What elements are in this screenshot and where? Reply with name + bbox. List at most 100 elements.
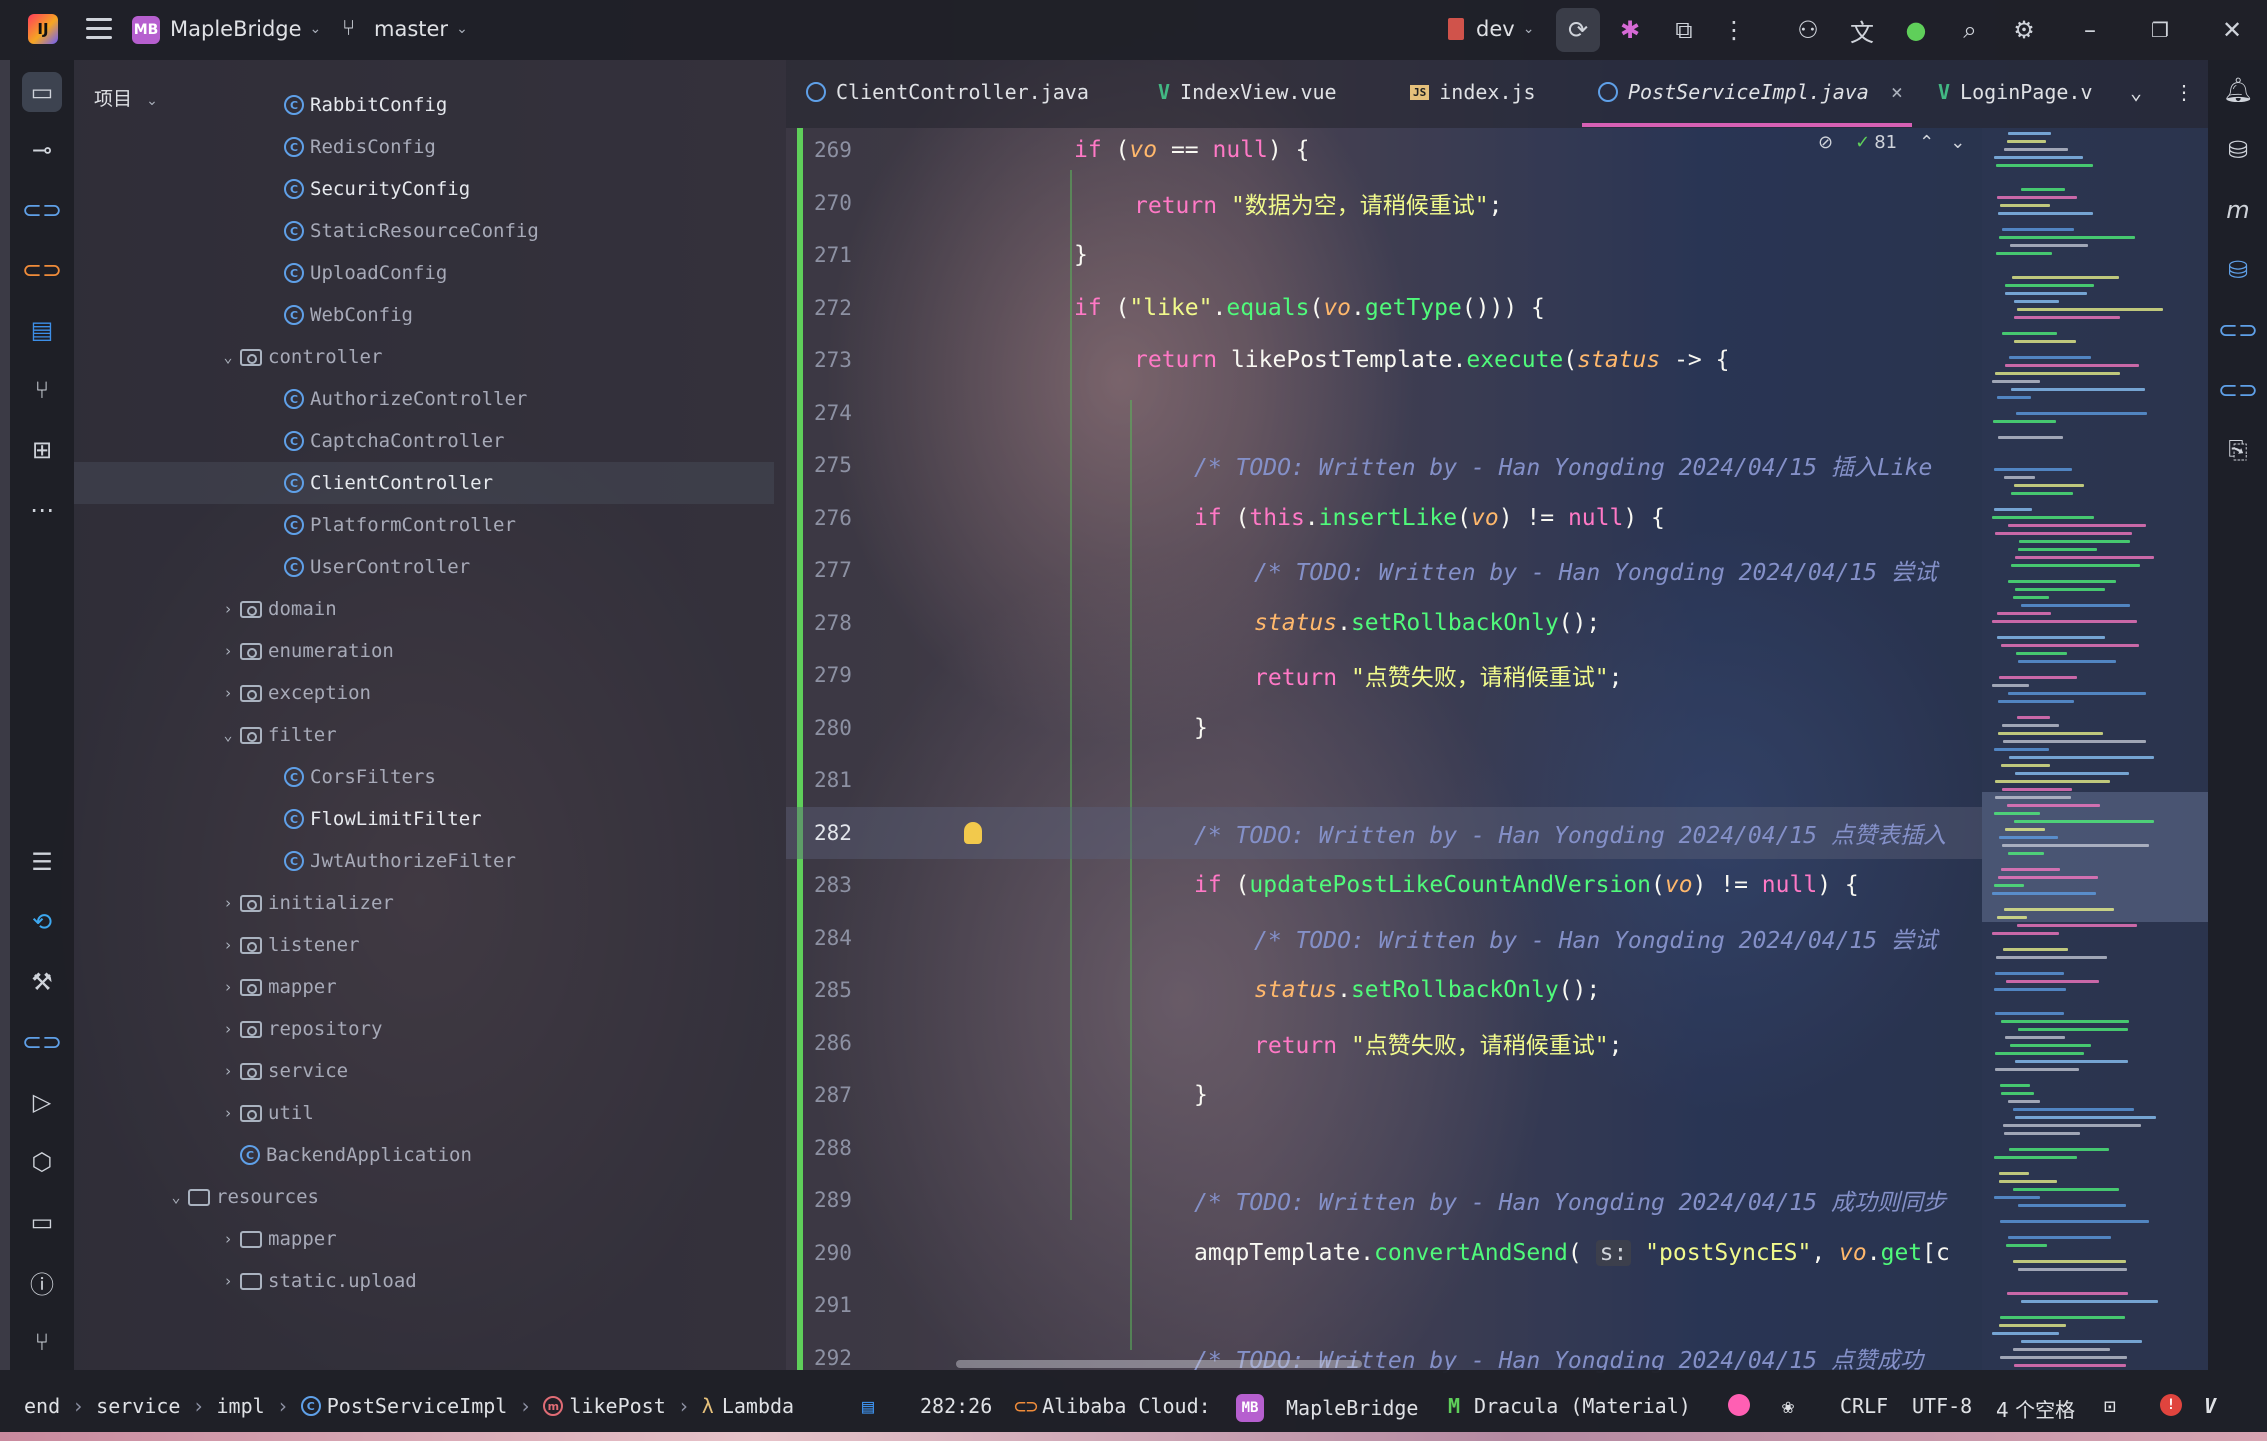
chevron-right-icon[interactable]: › (216, 1104, 240, 1122)
run-config-selector[interactable]: dev ⌄ (1476, 17, 1534, 41)
chevron-right-icon[interactable]: › (216, 1020, 240, 1038)
status-dot-icon[interactable]: ● (1894, 0, 1938, 60)
tree-folder-item[interactable]: › domain (74, 588, 774, 630)
vim-icon[interactable]: V (2204, 1394, 2216, 1418)
lock-icon[interactable]: ⊡ (2104, 1394, 2116, 1418)
line-number[interactable]: 278 (814, 611, 884, 635)
line-number[interactable]: 271 (814, 243, 884, 267)
code-line[interactable]: 269 if (vo == null) { (786, 124, 1982, 176)
tab-more-icon[interactable]: ⋮ (2174, 80, 2194, 104)
code-line[interactable]: 281 (786, 754, 1982, 806)
line-number[interactable]: 270 (814, 191, 884, 215)
todo-list-icon[interactable]: ☰ (22, 842, 62, 882)
tab-indexview-vue[interactable]: V IndexView.vue (1158, 80, 1337, 104)
chevron-right-icon[interactable]: › (216, 936, 240, 954)
code-line[interactable]: 291 (786, 1279, 1982, 1331)
line-number[interactable]: 282 (814, 821, 884, 845)
breadcrumb-item[interactable]: service (96, 1394, 180, 1418)
tree-class-item[interactable]: C FlowLimitFilter (74, 798, 774, 840)
code-line[interactable]: 279 return "点赞失败，请稍候重试"; (786, 649, 1982, 701)
translation-panel-icon[interactable]: ⎘ (2218, 430, 2258, 470)
tree-class-item[interactable]: C ClientController (74, 462, 774, 504)
line-number[interactable]: 275 (814, 453, 884, 477)
database-tool-icon[interactable]: ⛁ (2218, 250, 2258, 290)
pink-status-dot[interactable] (1728, 1394, 1750, 1416)
code-line[interactable]: 287} (786, 1069, 1982, 1121)
tree-class-item[interactable]: C UserController (74, 546, 774, 588)
tree-class-item[interactable]: C BackendApplication (74, 1134, 774, 1176)
line-number[interactable]: 292 (814, 1346, 884, 1370)
tree-class-item[interactable]: C AuthorizeController (74, 378, 774, 420)
line-number[interactable]: 281 (814, 768, 884, 792)
eye-off-icon[interactable]: ⊘ (1818, 132, 1833, 153)
problems-icon[interactable]: ⓘ (22, 1262, 62, 1302)
code-line[interactable]: 276 if (this.insertLike(vo) != null) { (786, 492, 1982, 544)
code-line[interactable]: 275 /* TODO: Written by - Han Yongding 20… (786, 439, 1982, 491)
add-user-icon[interactable]: ⚇ (1786, 0, 1830, 60)
tree-class-item[interactable]: C SecurityConfig (74, 168, 774, 210)
code-line[interactable]: 286 return "点赞失败，请稍候重试"; (786, 1017, 1982, 1069)
code-line[interactable]: 283 if (updatePostLikeCountAndVersion(vo)… (786, 859, 1982, 911)
tree-folder-item[interactable]: › mapper (74, 966, 774, 1008)
breadcrumb-item[interactable]: likePost (569, 1394, 665, 1418)
minimize-icon[interactable]: – (2068, 0, 2112, 60)
chevron-right-icon[interactable]: › (216, 600, 240, 618)
code-line[interactable]: 284 /* TODO: Written by - Han Yongding 20… (786, 912, 1982, 964)
theme-status[interactable]: M Dracula (Material) (1448, 1394, 1691, 1418)
chevron-down-icon[interactable]: ⌄ (164, 1188, 188, 1206)
code-line[interactable]: 274 (786, 387, 1982, 439)
code-line[interactable]: 271} (786, 229, 1982, 281)
tree-folder-item[interactable]: › listener (74, 924, 774, 966)
hammer-icon[interactable]: ⚒ (22, 962, 62, 1002)
tree-folder-item[interactable]: ⌄ filter (74, 714, 774, 756)
chevron-down-icon[interactable]: ⌄ (216, 348, 240, 366)
more-tools-icon[interactable]: ⋯ (22, 490, 62, 530)
sync-icon[interactable]: ⟲ (22, 902, 62, 942)
breadcrumb-item[interactable]: impl (217, 1394, 265, 1418)
gear-icon[interactable]: ⚙ (2002, 0, 2046, 60)
line-number[interactable]: 269 (814, 138, 884, 162)
project-selector[interactable]: MapleBridge ⌄ (170, 17, 321, 41)
code-line[interactable]: 290 amqpTemplate.convertAndSend( s: "post… (786, 1227, 1982, 1279)
tree-folder-item[interactable]: › service (74, 1050, 774, 1092)
chevron-right-icon[interactable]: › (216, 1230, 240, 1248)
close-icon[interactable]: ✕ (2210, 0, 2254, 60)
line-number[interactable]: 277 (814, 558, 884, 582)
code-line[interactable]: 273 return likePostTemplate.execute(statu… (786, 334, 1982, 386)
project-status[interactable]: MB MapleBridge (1236, 1394, 1418, 1422)
line-number[interactable]: 289 (814, 1188, 884, 1212)
line-number[interactable]: 284 (814, 926, 884, 950)
tab-postserviceimpl-java[interactable]: PostServiceImpl.java × (1598, 80, 1903, 104)
line-number[interactable]: 283 (814, 873, 884, 897)
line-number[interactable]: 285 (814, 978, 884, 1002)
tree-class-item[interactable]: C StaticResourceConfig (74, 210, 774, 252)
code-line[interactable]: 270 return "数据为空，请稍候重试"; (786, 177, 1982, 229)
line-number[interactable]: 288 (814, 1136, 884, 1160)
structure-status-icon[interactable]: ▤ (862, 1394, 874, 1418)
tree-class-item[interactable]: C CaptchaController (74, 420, 774, 462)
breadcrumb-item[interactable]: PostServiceImpl (327, 1394, 508, 1418)
tree-folder-item[interactable]: › mapper (74, 1218, 774, 1260)
structure-icon[interactable]: ▤ (22, 310, 62, 350)
line-number[interactable]: 272 (814, 296, 884, 320)
build-icon[interactable]: ⧉ (1662, 0, 1706, 60)
restore-icon[interactable]: ❐ (2138, 0, 2182, 60)
inspection-widget[interactable]: ⊘ ✓ 81 ⌃ ⌄ (1818, 132, 1965, 153)
tree-folder-item[interactable]: › util (74, 1092, 774, 1134)
line-number[interactable]: 286 (814, 1031, 884, 1055)
code-minimap[interactable] (1982, 128, 2208, 1370)
breadcrumb-item[interactable]: Lambda (722, 1394, 794, 1418)
services-icon[interactable]: ⬡ (22, 1142, 62, 1182)
translate-icon[interactable]: 文 (1840, 0, 1884, 60)
branch-selector[interactable]: master ⌄ (374, 17, 468, 41)
tree-class-item[interactable]: C RabbitConfig (74, 84, 774, 126)
chevron-right-icon[interactable]: › (216, 684, 240, 702)
line-number[interactable]: 287 (814, 1083, 884, 1107)
debug-run-icon[interactable]: ⟳ (1556, 8, 1600, 52)
tree-class-item[interactable]: C RedisConfig (74, 126, 774, 168)
line-number[interactable]: 291 (814, 1293, 884, 1317)
tree-folder-item[interactable]: › exception (74, 672, 774, 714)
chevron-right-icon[interactable]: › (216, 1272, 240, 1290)
tab-list-chevron-icon[interactable]: ⌄ (2130, 80, 2142, 104)
pull-request-icon[interactable]: ⑂ (22, 370, 62, 410)
